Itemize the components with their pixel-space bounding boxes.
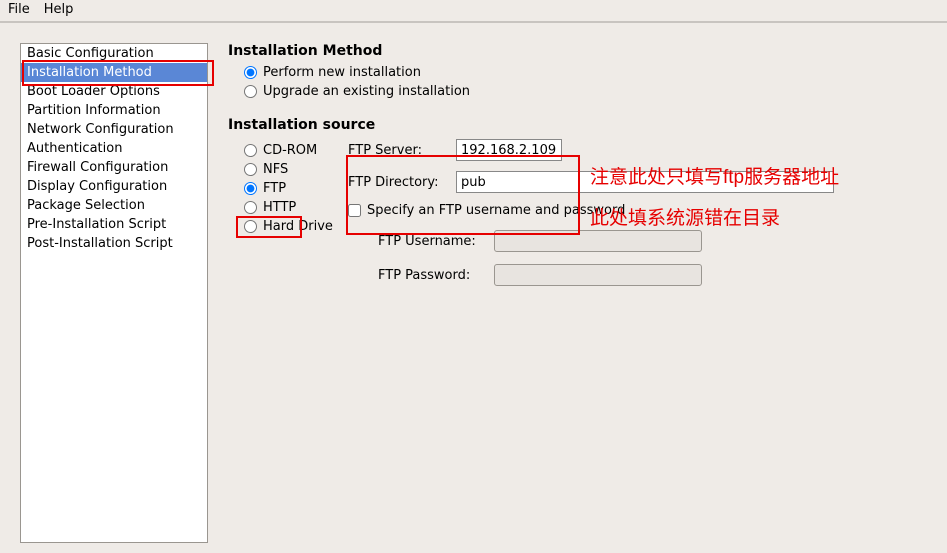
ftp-username-input <box>494 230 702 252</box>
ftp-password-input <box>494 264 702 286</box>
source-radio-nfs[interactable] <box>244 163 257 176</box>
method-label-upgrade: Upgrade an existing installation <box>263 84 470 99</box>
sidebar-item-package-selection[interactable]: Package Selection <box>21 196 207 215</box>
installation-source-area: CD-ROM NFS FTP HTTP Hard Drive <box>228 139 937 298</box>
source-option-ftp[interactable]: FTP <box>244 181 336 196</box>
sidebar-item-basic-configuration[interactable]: Basic Configuration <box>21 44 207 63</box>
installation-method-title: Installation Method <box>228 43 937 59</box>
ftp-server-label: FTP Server: <box>348 143 456 158</box>
installation-method-group: Installation Method Perform new installa… <box>228 43 937 99</box>
source-radio-group: CD-ROM NFS FTP HTTP Hard Drive <box>228 139 336 238</box>
sidebar-item-network-configuration[interactable]: Network Configuration <box>21 120 207 139</box>
main-panel: Installation Method Perform new installa… <box>228 43 937 543</box>
ftp-specify-credentials[interactable]: Specify an FTP username and password <box>348 203 937 218</box>
ftp-directory-input[interactable] <box>456 171 834 193</box>
source-radio-harddrive[interactable] <box>244 220 257 233</box>
sidebar-item-installation-method[interactable]: Installation Method <box>21 63 207 82</box>
source-option-harddrive[interactable]: Hard Drive <box>244 219 336 234</box>
ftp-password-row: FTP Password: <box>378 264 937 286</box>
method-option-new-install[interactable]: Perform new installation <box>244 65 937 80</box>
menu-file[interactable]: File <box>8 2 30 17</box>
source-radio-ftp[interactable] <box>244 182 257 195</box>
source-label-harddrive: Hard Drive <box>263 219 333 234</box>
ftp-password-label: FTP Password: <box>378 268 494 283</box>
sidebar-item-post-installation-script[interactable]: Post-Installation Script <box>21 234 207 253</box>
source-option-http[interactable]: HTTP <box>244 200 336 215</box>
menu-help[interactable]: Help <box>44 2 74 17</box>
method-option-upgrade[interactable]: Upgrade an existing installation <box>244 84 937 99</box>
ftp-username-label: FTP Username: <box>378 234 494 249</box>
ftp-specify-label: Specify an FTP username and password <box>367 203 625 218</box>
sidebar-item-partition-information[interactable]: Partition Information <box>21 101 207 120</box>
source-option-cdrom[interactable]: CD-ROM <box>244 143 336 158</box>
source-label-cdrom: CD-ROM <box>263 143 317 158</box>
source-label-http: HTTP <box>263 200 296 215</box>
installation-source-title: Installation source <box>228 117 937 133</box>
ftp-directory-label: FTP Directory: <box>348 175 456 190</box>
method-radio-new-install[interactable] <box>244 66 257 79</box>
content-area: Basic Configuration Installation Method … <box>0 23 947 553</box>
sidebar-item-boot-loader-options[interactable]: Boot Loader Options <box>21 82 207 101</box>
ftp-fields: FTP Server: FTP Directory: Specify an FT… <box>348 139 937 298</box>
sidebar-item-pre-installation-script[interactable]: Pre-Installation Script <box>21 215 207 234</box>
method-radio-upgrade[interactable] <box>244 85 257 98</box>
sidebar-item-authentication[interactable]: Authentication <box>21 139 207 158</box>
source-radio-http[interactable] <box>244 201 257 214</box>
source-option-nfs[interactable]: NFS <box>244 162 336 177</box>
ftp-specify-checkbox[interactable] <box>348 204 361 217</box>
method-label-new-install: Perform new installation <box>263 65 421 80</box>
menubar: File Help <box>0 0 947 23</box>
sidebar: Basic Configuration Installation Method … <box>20 43 208 543</box>
source-radio-cdrom[interactable] <box>244 144 257 157</box>
ftp-server-row: FTP Server: <box>348 139 937 161</box>
source-label-nfs: NFS <box>263 162 288 177</box>
ftp-server-input[interactable] <box>456 139 562 161</box>
ftp-username-row: FTP Username: <box>378 230 937 252</box>
sidebar-item-firewall-configuration[interactable]: Firewall Configuration <box>21 158 207 177</box>
ftp-credentials: FTP Username: FTP Password: <box>378 230 937 286</box>
source-label-ftp: FTP <box>263 181 286 196</box>
sidebar-item-display-configuration[interactable]: Display Configuration <box>21 177 207 196</box>
ftp-directory-row: FTP Directory: <box>348 171 937 193</box>
